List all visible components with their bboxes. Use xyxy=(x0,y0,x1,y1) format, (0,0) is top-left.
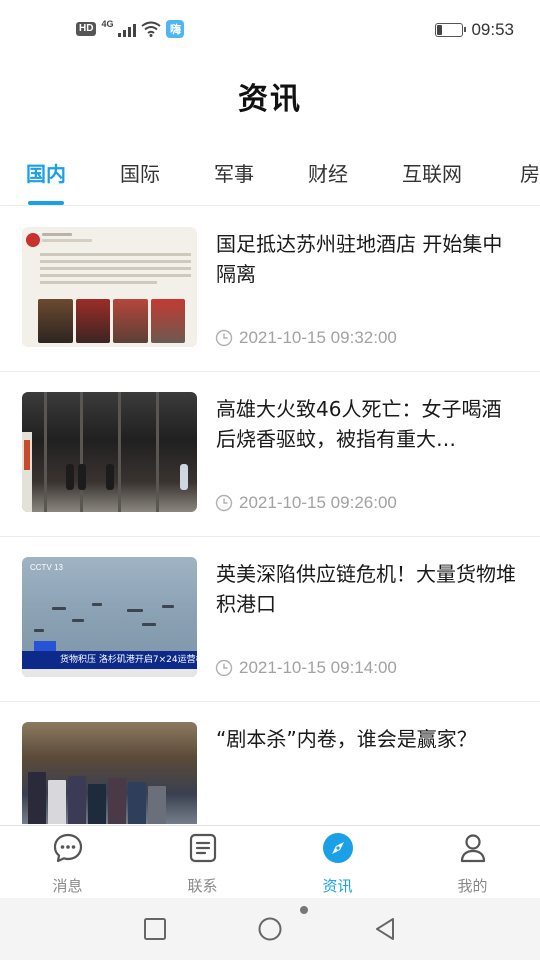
person-icon xyxy=(460,834,485,863)
nav-news[interactable]: 资讯 xyxy=(270,826,405,899)
news-time: 2021-10-15 09:26:00 xyxy=(239,493,397,512)
news-item[interactable]: “剧本杀”内卷，谁会是赢家？ xyxy=(0,702,540,824)
category-tabs: 国内 国际 军事 财经 互联网 房 xyxy=(0,146,540,206)
chat-bubble-icon xyxy=(53,833,82,863)
status-indicators: HD 4G 嗨 xyxy=(76,18,185,38)
news-time: 2021-10-15 09:14:00 xyxy=(239,658,397,677)
news-meta: 2021-10-15 09:14:00 xyxy=(215,658,397,678)
clock-icon xyxy=(215,494,233,512)
news-item[interactable]: 国足抵达苏州驻地酒店 开始集中隔离 2021-10-15 09:32:00 xyxy=(0,207,540,372)
active-tab-indicator xyxy=(28,201,64,205)
tab-military[interactable]: 军事 xyxy=(214,158,254,187)
clock-icon xyxy=(215,659,233,677)
news-thumbnail xyxy=(22,722,197,824)
news-time: 2021-10-15 09:32:00 xyxy=(239,328,397,347)
home-icon[interactable] xyxy=(257,916,283,942)
status-time: 09:53 xyxy=(471,20,514,39)
recent-apps-icon[interactable] xyxy=(142,916,168,942)
back-icon[interactable] xyxy=(372,916,398,942)
news-item[interactable]: 高雄大火致46人死亡：女子喝酒后烧香驱蚊，被指有重大… 2021-10-15 0… xyxy=(0,372,540,537)
tab-finance[interactable]: 财经 xyxy=(308,158,348,187)
tv-channel-logo: CCTV 13 xyxy=(30,563,63,572)
nav-label: 我的 xyxy=(457,877,488,895)
tab-international[interactable]: 国际 xyxy=(120,158,160,187)
system-navigation-bar xyxy=(0,898,540,960)
signal-strength-icon xyxy=(118,22,137,37)
status-bar: HD 4G 嗨 09:53 xyxy=(0,0,540,62)
news-title: 英美深陷供应链危机！大量货物堆积港口 xyxy=(216,562,516,616)
bottom-navigation: 消息 联系 资讯 我的 xyxy=(0,825,540,898)
news-meta: 2021-10-15 09:26:00 xyxy=(215,493,397,513)
contacts-list-icon xyxy=(189,833,216,863)
tab-internet[interactable]: 互联网 xyxy=(402,158,462,187)
nav-messages[interactable]: 消息 xyxy=(0,826,135,899)
news-thumbnail xyxy=(22,227,197,347)
nav-contacts[interactable]: 联系 xyxy=(135,826,270,899)
news-item[interactable]: CCTV 13 货物积压 洛杉矶港开启7×24运营模式 英美深陷供应链危机！大量… xyxy=(0,537,540,702)
news-thumbnail: CCTV 13 货物积压 洛杉矶港开启7×24运营模式 xyxy=(22,557,197,677)
nav-label: 联系 xyxy=(187,877,218,895)
nav-label: 资讯 xyxy=(322,877,353,895)
battery-level xyxy=(437,25,442,35)
nav-label: 消息 xyxy=(52,877,83,895)
news-meta: 2021-10-15 09:32:00 xyxy=(215,328,397,348)
clock-icon xyxy=(215,329,233,347)
tab-domestic[interactable]: 国内 xyxy=(26,158,66,187)
page-title: 资讯 xyxy=(238,82,302,117)
hd-voice-badge: HD xyxy=(76,22,97,36)
compass-icon xyxy=(322,833,353,863)
network-type-label: 4G xyxy=(101,18,114,29)
news-title: 高雄大火致46人死亡：女子喝酒后烧香驱蚊，被指有重大… xyxy=(216,397,502,451)
news-list: 国足抵达苏州驻地酒店 开始集中隔离 2021-10-15 09:32:00 高雄… xyxy=(0,207,540,824)
page-indicator-dot xyxy=(300,906,308,914)
news-thumbnail xyxy=(22,392,197,512)
nav-profile[interactable]: 我的 xyxy=(405,826,540,899)
app-notification-icon: 嗨 xyxy=(166,20,185,38)
wifi-icon xyxy=(141,21,162,37)
tab-real-estate[interactable]: 房 xyxy=(520,158,540,187)
status-right: 09:53 xyxy=(435,20,514,40)
battery-icon xyxy=(435,23,467,37)
broadcast-caption: 货物积压 洛杉矶港开启7×24运营模式 xyxy=(22,651,197,669)
news-title: 国足抵达苏州驻地酒店 开始集中隔离 xyxy=(216,232,503,286)
news-title: “剧本杀”内卷，谁会是赢家？ xyxy=(216,727,477,751)
